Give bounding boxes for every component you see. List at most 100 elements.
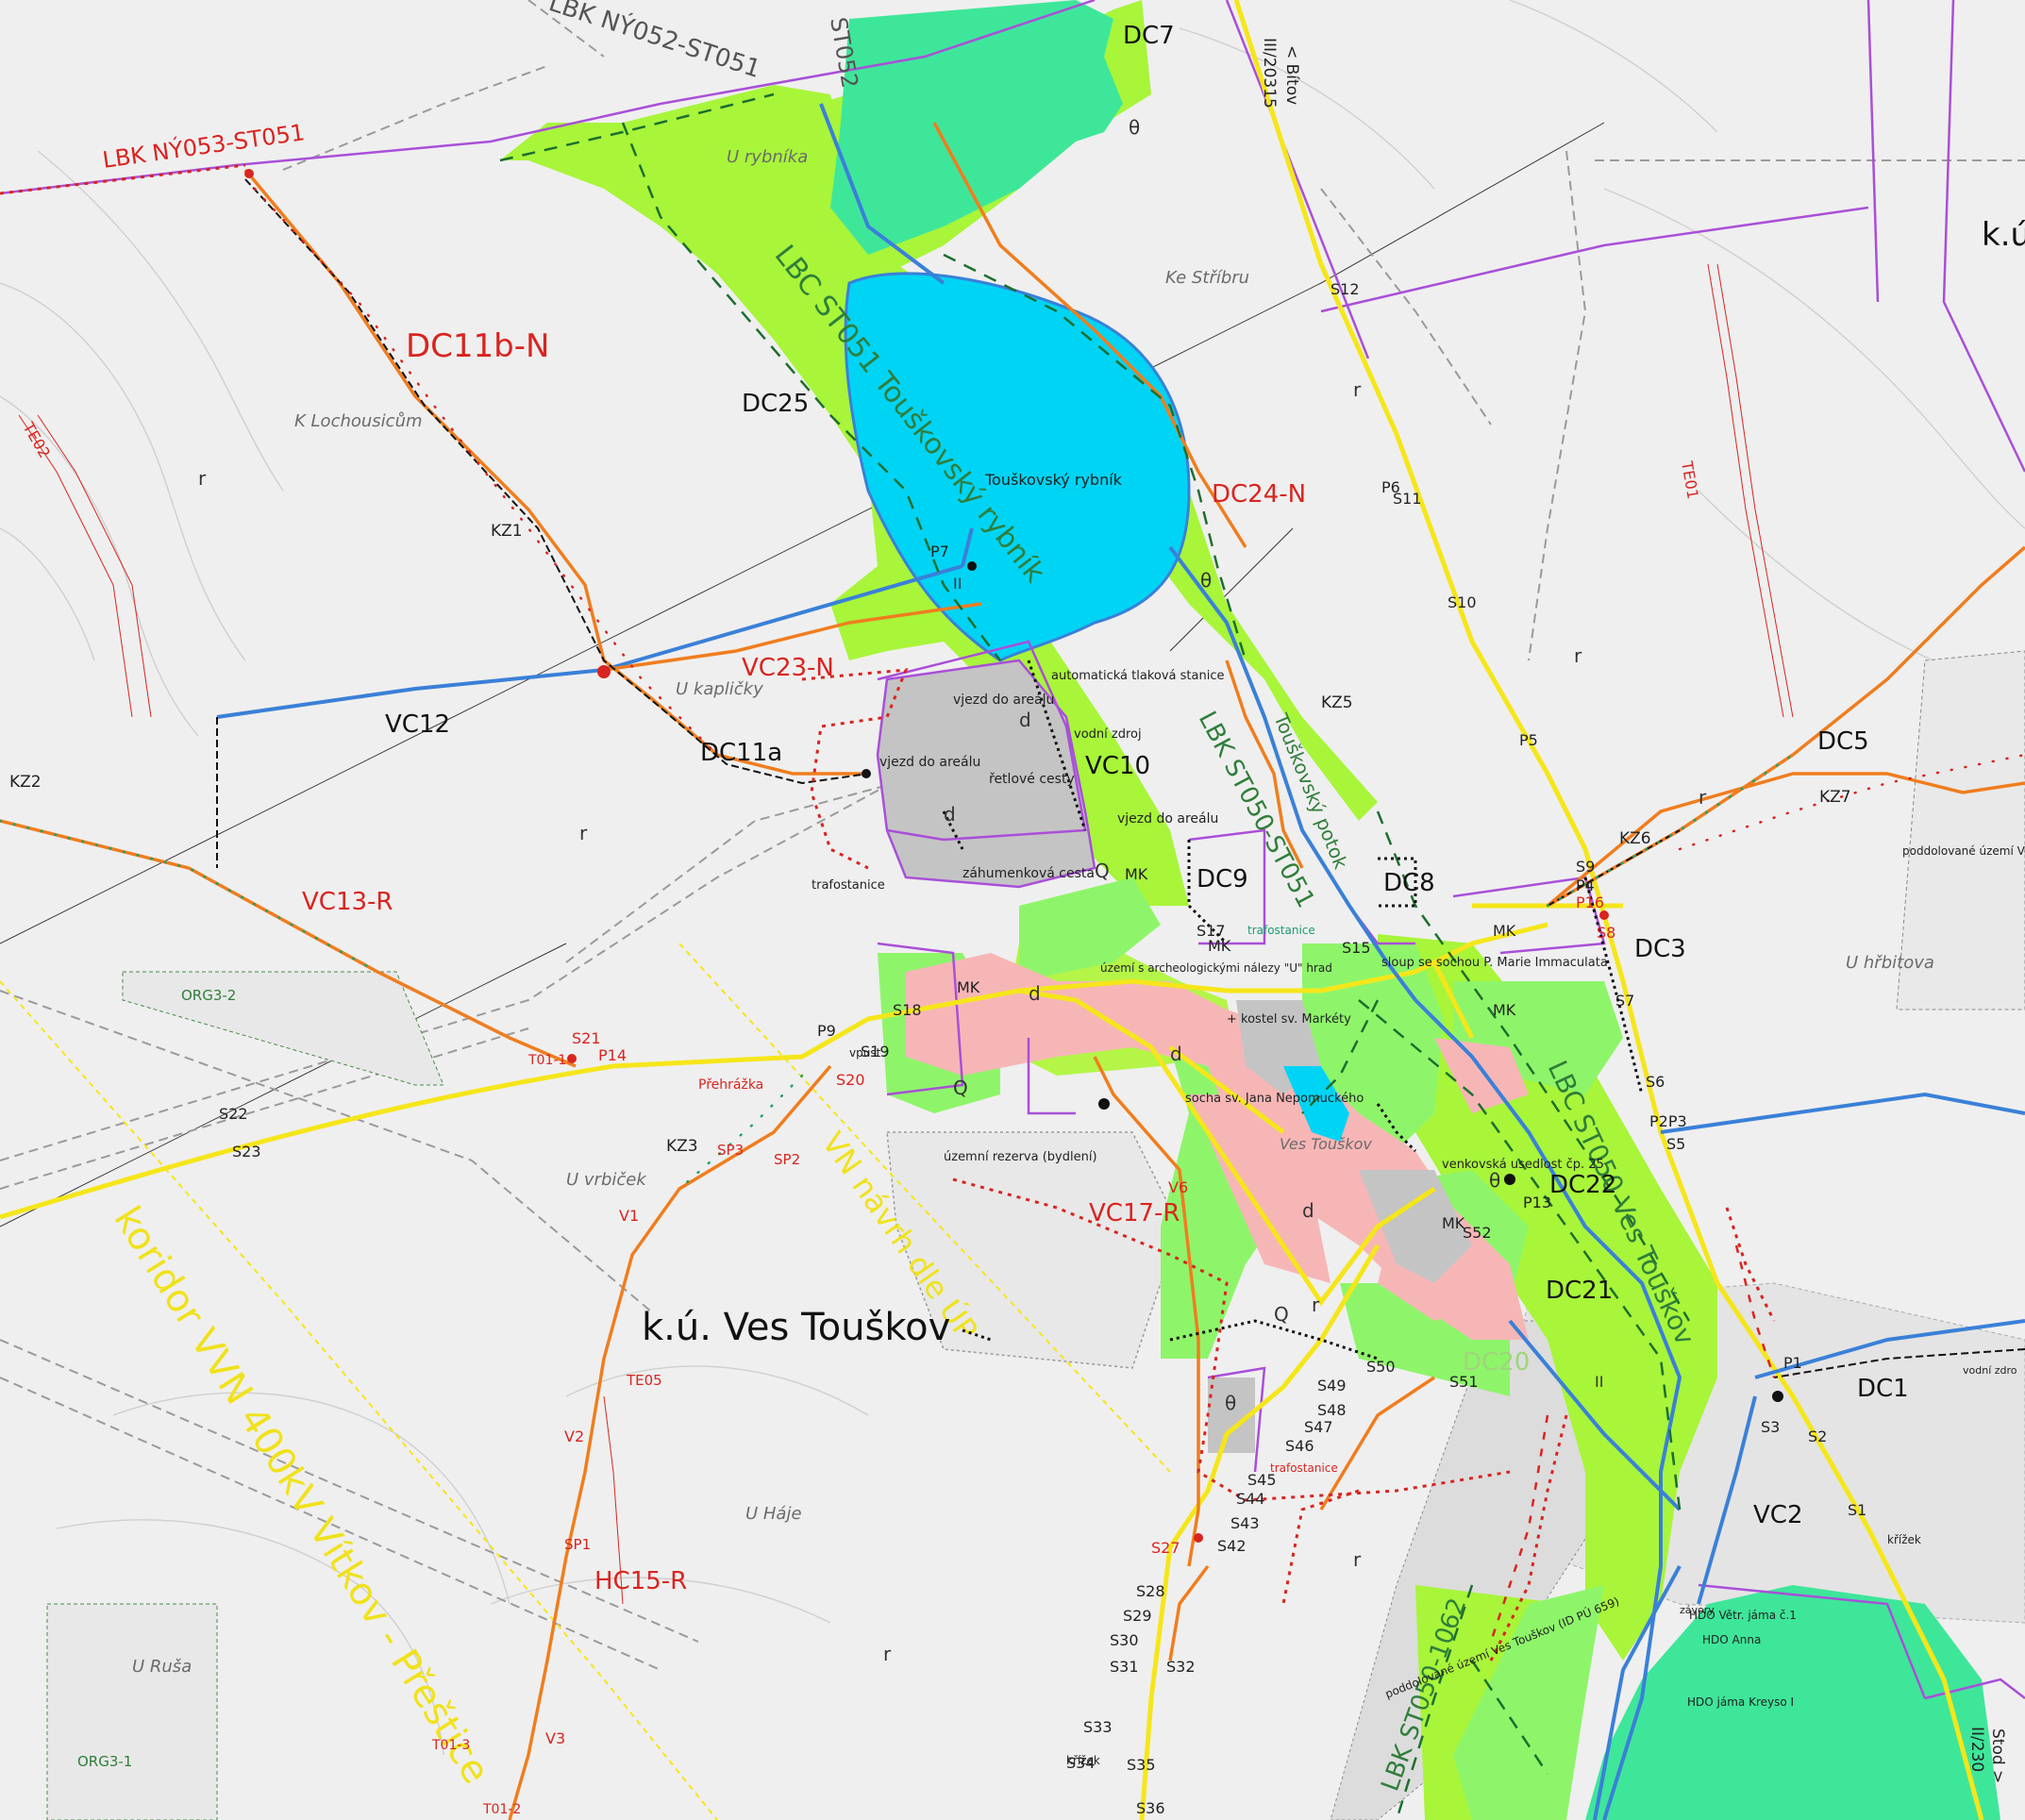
svg-text:TE05: TE05 [626,1372,662,1389]
road-vjezd-3: vjezd do areálu [1117,811,1218,827]
road-iii-20315: III/20315 [1260,38,1279,109]
cadastral-ne: k.ú [1982,216,2025,254]
svg-text:P5: P5 [1519,731,1538,749]
note-ves-touskov: Ves Touškov [1280,1135,1372,1153]
svg-text:II: II [1595,1373,1603,1391]
svg-text:S22: S22 [219,1105,248,1123]
svg-text:KZ6: KZ6 [1619,829,1651,848]
svg-text:d: d [1029,982,1041,1005]
svg-text:KZ1: KZ1 [491,522,523,541]
svg-text:r: r [579,822,588,844]
svg-text:MK: MK [1493,1001,1516,1019]
cadastral-name: k.ú. Ves Touškov [642,1306,950,1349]
svg-text:Q: Q [1274,1303,1289,1326]
svg-text:S19: S19 [861,1043,890,1060]
note-krizek-1: křížek [1887,1533,1921,1546]
note-venkovska: venkovská usedlost čp. 25 [1442,1158,1604,1172]
svg-text:r: r [198,467,207,490]
svg-text:T01-1: T01-1 [527,1053,566,1068]
svg-text:T01-3: T01-3 [431,1738,470,1753]
road-zahumenkova: záhumenková cesta [962,866,1095,881]
label-hc15: HC15-R [594,1567,687,1595]
map-canvas[interactable]: koridor VVN 400kV Vítkov - Přeštice VN n… [0,0,2025,1820]
svg-text:S52: S52 [1463,1224,1492,1242]
svg-text:V1: V1 [619,1207,639,1225]
svg-text:S45: S45 [1247,1471,1277,1489]
svg-text:KZ5: KZ5 [1321,693,1353,712]
svg-text:r: r [1353,378,1362,401]
svg-text:S21: S21 [572,1029,601,1047]
svg-text:S9: S9 [1576,858,1595,876]
svg-text:S30: S30 [1110,1631,1139,1649]
svg-text:MK: MK [1208,937,1231,955]
note-rezerva: územní rezerva (bydlení) [944,1150,1097,1164]
label-dc1: DC1 [1857,1375,1909,1403]
svg-text:d: d [944,803,956,826]
note-zavory: závory [1680,1604,1715,1616]
svg-text:S36: S36 [1136,1799,1165,1817]
svg-text:P7: P7 [930,543,949,560]
svg-text:MK: MK [1493,922,1516,940]
svg-text:θ: θ [1200,569,1212,592]
svg-text:d: d [1170,1043,1182,1065]
label-vc2: VC2 [1753,1501,1802,1529]
svg-text:SP1: SP1 [564,1536,591,1553]
road-vjezd-1: vjezd do areálu [953,693,1054,708]
prehrazka-label: Přehrážka [698,1077,763,1093]
svg-text:V3: V3 [545,1729,565,1747]
svg-text:S32: S32 [1166,1658,1196,1676]
locality-u-rybnika: U rybníka [727,147,808,167]
svg-text:S18: S18 [893,1001,922,1019]
svg-text:ORG3-1: ORG3-1 [77,1753,132,1770]
locality-u-rusa: U Ruša [132,1657,192,1677]
label-dc25: DC25 [742,390,809,418]
note-hdo-3: HDO jáma Kreyso I [1687,1695,1794,1709]
label-dc24: DC24-N [1212,480,1306,509]
svg-text:S46: S46 [1285,1437,1314,1455]
label-dc5: DC5 [1817,727,1869,756]
label-vc23: VC23-N [742,654,834,682]
note-trafostanice-1: trafostanice [812,878,885,893]
svg-text:S11: S11 [1393,490,1422,508]
svg-text:r: r [1574,644,1582,667]
svg-text:r: r [883,1643,892,1665]
svg-text:S23: S23 [232,1143,261,1160]
svg-text:V2: V2 [564,1428,584,1445]
road-ii-230: II/230 [1967,1727,1986,1772]
svg-text:P4: P4 [1576,877,1595,894]
svg-text:S20: S20 [836,1071,865,1089]
svg-text:S10: S10 [1448,593,1477,611]
note-automaticka: automatická tlaková stanice [1051,669,1224,683]
svg-text:ORG3-2: ORG3-2 [181,987,236,1004]
label-vc17: VC17-R [1089,1199,1180,1227]
note-trafostanice-2: trafostanice [1247,924,1315,937]
note-kostel: + kostel sv. Markéty [1227,1012,1351,1027]
label-dc11b: DC11b-N [406,327,549,365]
svg-text:S31: S31 [1110,1658,1139,1676]
svg-text:S15: S15 [1342,939,1371,957]
svg-text:P9: P9 [817,1022,836,1040]
svg-text:MK: MK [1125,865,1148,883]
svg-text:S3: S3 [1761,1418,1780,1436]
svg-text:MK: MK [957,978,980,996]
svg-text:S33: S33 [1083,1718,1113,1736]
svg-text:S51: S51 [1449,1373,1479,1391]
map-svg[interactable]: koridor VVN 400kV Vítkov - Přeštice VN n… [0,0,2025,1820]
svg-text:S28: S28 [1136,1582,1165,1600]
note-vodni-zdroj: vodní zdroj [1074,727,1142,742]
note-uzemi-arch: území s archeologickými nálezy "U" hrad [1100,961,1332,975]
svg-text:S34: S34 [1066,1754,1096,1772]
svg-text:P14: P14 [598,1046,627,1064]
svg-text:KZ2: KZ2 [9,773,42,792]
svg-text:Q: Q [1095,860,1110,882]
road-bitov: < Bítov [1282,45,1301,105]
svg-text:θ: θ [1225,1392,1236,1414]
label-dc3: DC3 [1634,935,1686,963]
note-sloup: sloup se sochou P. Marie Immaculata [1381,956,1608,970]
svg-text:S48: S48 [1317,1401,1347,1419]
locality-u-kaplicky: U kapličky [676,679,763,699]
label-vc10: VC10 [1085,752,1150,780]
svg-text:θ: θ [1489,1169,1500,1192]
svg-text:SP2: SP2 [774,1151,800,1168]
note-socha: socha sv. Jana Nepomuckého [1185,1092,1364,1106]
